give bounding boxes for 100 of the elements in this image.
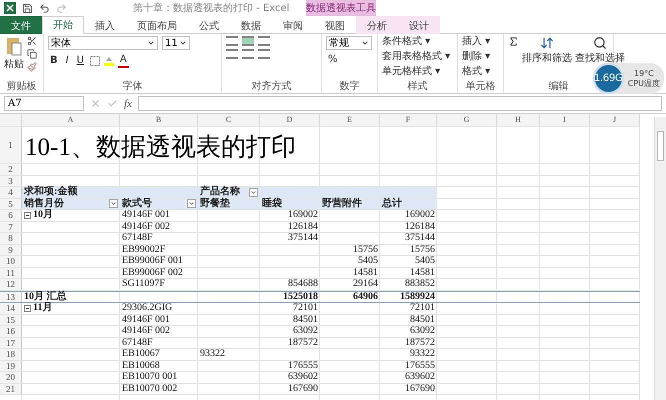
- table-cell-text: 187572: [404, 338, 436, 348]
- row-header[interactable]: 16: [0, 326, 22, 336]
- cells-menu-button[interactable]: 插入 ▾: [462, 36, 490, 48]
- ribbon-tab[interactable]: 视图: [314, 16, 356, 34]
- column-header[interactable]: J: [590, 114, 640, 126]
- widget-caption: CPU温度: [628, 78, 660, 88]
- row-header[interactable]: 9: [0, 244, 22, 255]
- filter-dropdown-button[interactable]: [187, 199, 196, 208]
- column-header[interactable]: F: [380, 114, 437, 126]
- cells-menu-button[interactable]: 格式 ▾: [462, 66, 490, 78]
- ribbon-tab[interactable]: 文件: [0, 16, 42, 34]
- font-color-button[interactable]: A: [118, 53, 129, 68]
- table-cell-text: SG11097F: [121, 279, 166, 290]
- group-label: 字体: [122, 81, 142, 93]
- filter-dropdown-button[interactable]: [109, 199, 118, 208]
- row-header[interactable]: 17: [0, 338, 22, 348]
- align-top-icon[interactable]: [226, 36, 238, 46]
- row-header[interactable]: 13: [0, 292, 22, 302]
- align-center-icon[interactable]: [242, 49, 254, 59]
- row-header[interactable]: 19: [0, 360, 22, 371]
- row-header[interactable]: 2: [0, 164, 22, 174]
- table-cell-text: 883852: [404, 279, 436, 290]
- underline-button[interactable]: U: [74, 54, 86, 67]
- cells-menu-button[interactable]: 删除 ▾: [462, 51, 490, 63]
- ribbon-tab[interactable]: 数据: [230, 16, 272, 34]
- styles-menu-button[interactable]: 条件格式 ▾: [382, 36, 430, 48]
- row-header[interactable]: 10: [0, 256, 22, 266]
- column-header[interactable]: D: [260, 114, 320, 126]
- filter-dropdown-button[interactable]: [249, 188, 258, 197]
- row-header[interactable]: 18: [0, 349, 22, 360]
- align-right-icon[interactable]: [258, 49, 270, 59]
- font-size-field[interactable]: 11: [162, 36, 190, 50]
- row-header[interactable]: 1: [0, 127, 22, 163]
- row-header[interactable]: 21: [0, 384, 22, 394]
- sort-icon[interactable]: [540, 36, 554, 50]
- ribbon-tab[interactable]: 开始: [42, 16, 84, 34]
- table-cell-text: 639602: [404, 372, 436, 382]
- row-header[interactable]: 7: [0, 222, 22, 232]
- row-header[interactable]: 11: [0, 268, 22, 278]
- row-header[interactable]: 15: [0, 314, 22, 325]
- paste-button[interactable]: 粘贴: [4, 59, 24, 71]
- column-header[interactable]: C: [198, 114, 260, 126]
- row-header[interactable]: 20: [0, 372, 22, 382]
- find-select-button[interactable]: 查找和选择: [575, 53, 625, 65]
- row-header[interactable]: 14: [0, 303, 22, 314]
- number-format-field[interactable]: 常规: [326, 36, 372, 50]
- row-header[interactable]: 3: [0, 176, 22, 186]
- column-header[interactable]: I: [540, 114, 590, 126]
- column-header[interactable]: A: [22, 114, 120, 126]
- row-header[interactable]: 4: [0, 187, 22, 198]
- fill-color-icon[interactable]: [104, 55, 114, 66]
- ribbon-tab[interactable]: 分析: [356, 16, 398, 34]
- table-cell-text: 49146F 001: [121, 210, 172, 220]
- table-cell-text: 14581: [352, 268, 379, 278]
- clipboard-icon[interactable]: [6, 36, 22, 56]
- row-header[interactable]: 8: [0, 233, 22, 244]
- row-header[interactable]: 12: [0, 279, 22, 290]
- table-cell-text: 84501: [409, 314, 436, 325]
- search-icon[interactable]: [593, 36, 607, 50]
- styles-menu-button[interactable]: 单元格样式 ▾: [382, 66, 440, 78]
- scissors-icon[interactable]: [27, 36, 37, 46]
- font-name-field[interactable]: 宋体: [48, 36, 158, 50]
- column-header[interactable]: G: [437, 114, 497, 126]
- formula-input[interactable]: [138, 96, 662, 111]
- ribbon-tab[interactable]: 页面布局: [126, 16, 188, 34]
- align-left-icon[interactable]: [226, 49, 238, 59]
- name-box[interactable]: A7: [4, 96, 84, 111]
- bold-button[interactable]: B: [48, 54, 60, 67]
- context-tab-group-label: 数据透视表工具: [306, 0, 376, 16]
- table-cell-text: 63092: [409, 326, 436, 336]
- ribbon-tab[interactable]: 插入: [84, 16, 126, 34]
- italic-button[interactable]: I: [64, 54, 71, 67]
- enter-icon[interactable]: [107, 98, 118, 109]
- copy-icon[interactable]: [27, 49, 37, 59]
- undo-icon[interactable]: [39, 2, 50, 14]
- vertical-scrollbar[interactable]: [654, 117, 666, 400]
- column-header[interactable]: H: [497, 114, 540, 126]
- table-cell-text: EB10070 002: [121, 384, 178, 394]
- ribbon-tab[interactable]: 公式: [188, 16, 230, 34]
- table-cell-text: 72101: [409, 303, 436, 314]
- align-bottom-icon[interactable]: [258, 36, 270, 46]
- column-header[interactable]: B: [120, 114, 198, 126]
- insert-function-button[interactable]: fx: [124, 98, 132, 110]
- row-header[interactable]: 6: [0, 210, 22, 220]
- styles-menu-button[interactable]: 套用表格格式 ▾: [382, 51, 450, 63]
- border-icon[interactable]: [90, 56, 100, 66]
- ribbon-tab[interactable]: 设计: [398, 16, 440, 34]
- sum-icon[interactable]: [508, 36, 519, 47]
- align-middle-icon[interactable]: [242, 36, 254, 46]
- sort-filter-button[interactable]: 排序和筛选: [522, 53, 572, 65]
- row-header[interactable]: 5: [0, 198, 22, 209]
- collapse-toggle-icon[interactable]: [24, 304, 31, 312]
- percent-button[interactable]: %: [326, 53, 340, 66]
- redo-icon[interactable]: [56, 2, 67, 14]
- table-cell-text: 5405: [414, 256, 436, 266]
- column-header[interactable]: E: [320, 114, 380, 126]
- collapse-toggle-icon[interactable]: [24, 212, 31, 219]
- ribbon-tab[interactable]: 审阅: [272, 16, 314, 34]
- save-icon[interactable]: [22, 2, 33, 14]
- cancel-icon[interactable]: [90, 98, 101, 109]
